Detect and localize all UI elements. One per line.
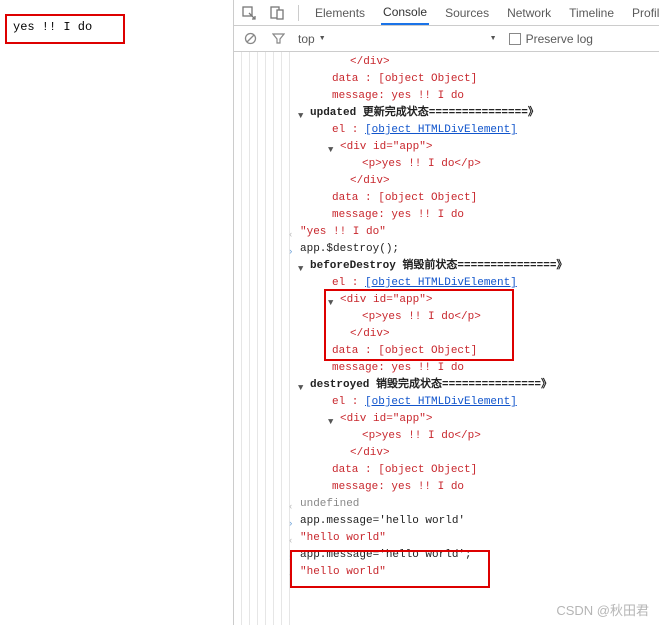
- log-label: el :: [332, 124, 358, 136]
- device-toggle-icon[interactable]: [270, 5, 284, 21]
- log-text: <div id="app">: [340, 413, 432, 425]
- lifecycle-header-updated: updated 更新完成状态===============》: [310, 107, 539, 119]
- log-label: message:: [332, 209, 385, 221]
- lifecycle-header-destroyed: destroyed 销毁完成状态===============》: [310, 379, 552, 391]
- tab-sources[interactable]: Sources: [443, 2, 491, 24]
- log-label: el :: [332, 396, 358, 408]
- log-text: <p>yes !! I do</p>: [362, 158, 481, 170]
- log-label: message:: [332, 481, 385, 493]
- preserve-log-checkbox[interactable]: [509, 33, 521, 45]
- console-toolbar: top ▼ ▼ Preserve log: [234, 26, 659, 52]
- log-text: </div>: [350, 447, 390, 459]
- log-label: data :: [332, 464, 372, 476]
- inspect-icon[interactable]: [242, 5, 256, 21]
- log-output: undefined: [300, 498, 359, 510]
- log-value: [object Object]: [378, 192, 477, 204]
- log-output: "hello world": [300, 532, 386, 544]
- log-output: "yes !! I do": [300, 226, 386, 238]
- gutter: [234, 52, 290, 625]
- log-output: "hello world": [300, 566, 386, 578]
- context-label: top: [298, 32, 315, 46]
- log-text: </div>: [350, 175, 390, 187]
- context-selector[interactable]: top ▼: [298, 32, 326, 46]
- console-input-history: app.message='hello world': [300, 515, 465, 527]
- log-label: data :: [332, 192, 372, 204]
- log-value: [object Object]: [378, 345, 477, 357]
- log-value: yes !! I do: [391, 90, 464, 102]
- page-message-text: yes !! I do: [13, 20, 92, 34]
- log-text: </div>: [350, 328, 390, 340]
- log-link[interactable]: [object HTMLDivElement]: [365, 277, 517, 289]
- log-text: <p>yes !! I do</p>: [362, 430, 481, 442]
- tab-timeline[interactable]: Timeline: [567, 2, 616, 24]
- log-value: yes !! I do: [391, 481, 464, 493]
- tab-elements[interactable]: Elements: [313, 2, 367, 24]
- log-label: data :: [332, 345, 372, 357]
- lifecycle-header-beforedestroy: beforeDestroy 销毁前状态===============》: [310, 260, 567, 272]
- log-link[interactable]: [object HTMLDivElement]: [365, 124, 517, 136]
- log-text: <div id="app">: [340, 294, 432, 306]
- log-label: message:: [332, 90, 385, 102]
- devtools-tabs: Elements Console Sources Network Timelin…: [234, 0, 659, 26]
- clear-console-icon[interactable]: [242, 31, 258, 47]
- log-label: el :: [332, 277, 358, 289]
- preserve-log-control[interactable]: Preserve log: [509, 32, 593, 46]
- console-input-history: app.$destroy();: [300, 243, 399, 255]
- console-input-history: app.message='hello world';: [300, 549, 472, 561]
- tab-profiles[interactable]: Profiles: [630, 2, 659, 24]
- log-value: [object Object]: [378, 464, 477, 476]
- log-text: </div>: [350, 56, 390, 68]
- log-value: yes !! I do: [391, 362, 464, 374]
- console-log-lines: </div> data : [object Object] message: y…: [292, 52, 659, 581]
- devtools-panel: Elements Console Sources Network Timelin…: [233, 0, 659, 625]
- log-text: <p>yes !! I do</p>: [362, 311, 481, 323]
- chevron-down-icon: ▼: [319, 35, 326, 42]
- preserve-log-dropdown-icon[interactable]: ▼: [490, 35, 497, 42]
- log-label: message:: [332, 362, 385, 374]
- filter-icon[interactable]: [270, 31, 286, 47]
- preserve-log-label: Preserve log: [526, 32, 593, 46]
- log-value: [object Object]: [378, 73, 477, 85]
- log-link[interactable]: [object HTMLDivElement]: [365, 396, 517, 408]
- log-label: data :: [332, 73, 372, 85]
- tab-network[interactable]: Network: [505, 2, 553, 24]
- log-value: yes !! I do: [391, 209, 464, 221]
- log-text: <div id="app">: [340, 141, 432, 153]
- console-body[interactable]: </div> data : [object Object] message: y…: [234, 52, 659, 625]
- tab-console[interactable]: Console: [381, 1, 429, 25]
- watermark-text: CSDN @秋田君: [556, 600, 649, 619]
- page-content-box: yes !! I do: [5, 14, 125, 44]
